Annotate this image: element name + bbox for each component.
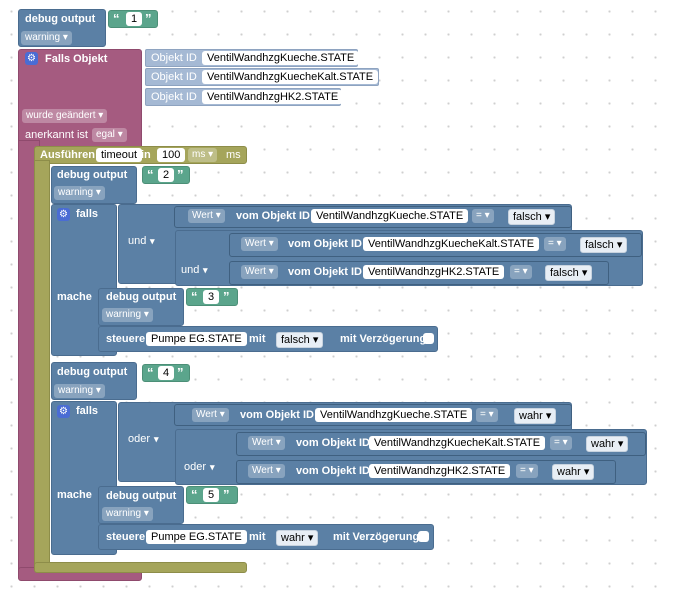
debug-output-label: debug output bbox=[57, 366, 128, 378]
debug-output-label: debug output bbox=[106, 490, 177, 502]
object-id-field[interactable]: VentilWandhzgHK2.STATE bbox=[202, 90, 344, 104]
eq-dropdown[interactable]: = ▾ bbox=[516, 464, 538, 478]
mache-label: mache bbox=[57, 489, 92, 501]
steuere-label: steuere bbox=[106, 333, 146, 345]
eq-dropdown[interactable]: = ▾ bbox=[550, 436, 572, 450]
text-block-4[interactable]: “ 4 ” bbox=[142, 364, 190, 382]
oder-label: oder bbox=[184, 461, 207, 473]
timeout-block-spine bbox=[34, 160, 50, 572]
oder-label: oder bbox=[128, 433, 151, 445]
trigger-object-3[interactable]: Objekt ID VentilWandhzgHK2.STATE bbox=[145, 88, 344, 106]
trigger-object-1[interactable]: Objekt ID VentilWandhzgKueche.STATE bbox=[145, 49, 360, 67]
bool-dropdown[interactable]: wahr ▾ bbox=[514, 408, 557, 424]
object-id-field[interactable]: VentilWandhzgKuecheKalt.STATE bbox=[202, 70, 379, 84]
ms-dropdown[interactable]: ms ▾ bbox=[188, 148, 218, 162]
checkbox-icon[interactable] bbox=[423, 333, 434, 344]
object-id-field[interactable]: VentilWandhzgHK2.STATE bbox=[363, 265, 505, 279]
warning-dropdown[interactable]: warning ▾ bbox=[54, 186, 105, 200]
wert-dropdown[interactable]: Wert ▾ bbox=[248, 464, 285, 478]
und-label: und bbox=[181, 264, 200, 276]
wert-dropdown[interactable]: Wert ▾ bbox=[241, 237, 278, 251]
bool-dropdown[interactable]: falsch ▾ bbox=[545, 265, 593, 281]
checkbox-icon[interactable] bbox=[418, 531, 429, 542]
text-block-5[interactable]: “ 5 ” bbox=[186, 486, 238, 504]
timeout-value-field[interactable]: 100 bbox=[157, 148, 186, 162]
mit-label: mit bbox=[249, 333, 266, 345]
debug-output-label: debug output bbox=[57, 169, 128, 181]
bool-dropdown[interactable]: wahr ▾ bbox=[552, 464, 595, 480]
falls-objekt-label: Falls Objekt bbox=[45, 53, 108, 65]
wert-dropdown[interactable]: Wert ▾ bbox=[192, 408, 229, 422]
egal-dropdown[interactable]: egal ▾ bbox=[92, 128, 127, 142]
bool-dropdown[interactable]: wahr ▾ bbox=[276, 530, 319, 546]
bool-dropdown[interactable]: falsch ▾ bbox=[580, 237, 628, 253]
object-id-field[interactable]: VentilWandhzgKueche.STATE bbox=[311, 209, 469, 223]
mit-label: mit bbox=[249, 531, 266, 543]
mit-verzoegerung-label: mit Verzögerung bbox=[340, 333, 427, 345]
target-object-field[interactable]: Pumpe EG.STATE bbox=[146, 332, 247, 346]
debug-output-label: debug output bbox=[106, 291, 177, 303]
text-block-3[interactable]: “ 3 ” bbox=[186, 288, 238, 306]
eq-dropdown[interactable]: = ▾ bbox=[510, 265, 532, 279]
bool-dropdown[interactable]: falsch ▾ bbox=[276, 332, 324, 348]
mit-verzoegerung-label: mit Verzögerung bbox=[333, 531, 420, 543]
anerkannt-ist-label: anerkannt ist bbox=[25, 129, 88, 141]
gear-icon[interactable]: ⚙ bbox=[57, 405, 70, 418]
gear-icon[interactable]: ⚙ bbox=[57, 208, 70, 221]
object-id-field[interactable]: VentilWandhzgKueche.STATE bbox=[202, 51, 360, 65]
wert-dropdown[interactable]: Wert ▾ bbox=[248, 436, 285, 450]
steuere-label: steuere bbox=[106, 531, 146, 543]
eq-dropdown[interactable]: = ▾ bbox=[472, 209, 494, 223]
trigger-object-2[interactable]: Objekt ID VentilWandhzgKuecheKalt.STATE bbox=[145, 68, 379, 86]
wert-dropdown[interactable]: Wert ▾ bbox=[188, 209, 225, 223]
und-label: und bbox=[128, 235, 147, 247]
debug-output-label: debug output bbox=[25, 13, 96, 25]
wurde-geaendert-dropdown[interactable]: wurde geändert ▾ bbox=[22, 109, 108, 123]
object-id-field[interactable]: VentilWandhzgHK2.STATE bbox=[369, 464, 511, 478]
warning-dropdown[interactable]: warning ▾ bbox=[54, 384, 105, 398]
gear-icon[interactable]: ⚙ bbox=[25, 52, 38, 65]
bool-dropdown[interactable]: falsch ▾ bbox=[508, 209, 556, 225]
text-block-1[interactable]: “ 1 ” bbox=[108, 10, 158, 28]
mache-label: mache bbox=[57, 291, 92, 303]
ausfuehren-label: Ausführen bbox=[40, 149, 95, 161]
timeout-block-footer bbox=[34, 562, 247, 573]
object-id-field[interactable]: VentilWandhzgKueche.STATE bbox=[315, 408, 473, 422]
target-object-field[interactable]: Pumpe EG.STATE bbox=[146, 530, 247, 544]
timeout-name-field[interactable]: timeout bbox=[96, 148, 143, 162]
warning-dropdown[interactable]: warning ▾ bbox=[21, 31, 72, 45]
falls-label: falls bbox=[76, 208, 99, 220]
object-id-field[interactable]: VentilWandhzgKuecheKalt.STATE bbox=[363, 237, 540, 251]
in-label: in bbox=[141, 149, 151, 161]
warning-dropdown[interactable]: warning ▾ bbox=[102, 507, 153, 521]
falls-label: falls bbox=[76, 405, 99, 417]
eq-dropdown[interactable]: = ▾ bbox=[476, 408, 498, 422]
object-id-field[interactable]: VentilWandhzgKuecheKalt.STATE bbox=[369, 436, 546, 450]
warning-dropdown[interactable]: warning ▾ bbox=[102, 308, 153, 322]
wert-dropdown[interactable]: Wert ▾ bbox=[241, 265, 278, 279]
ms-label: ms bbox=[226, 149, 241, 161]
bool-dropdown[interactable]: wahr ▾ bbox=[586, 436, 629, 452]
eq-dropdown[interactable]: = ▾ bbox=[544, 237, 566, 251]
text-block-2[interactable]: “ 2 ” bbox=[142, 166, 190, 184]
